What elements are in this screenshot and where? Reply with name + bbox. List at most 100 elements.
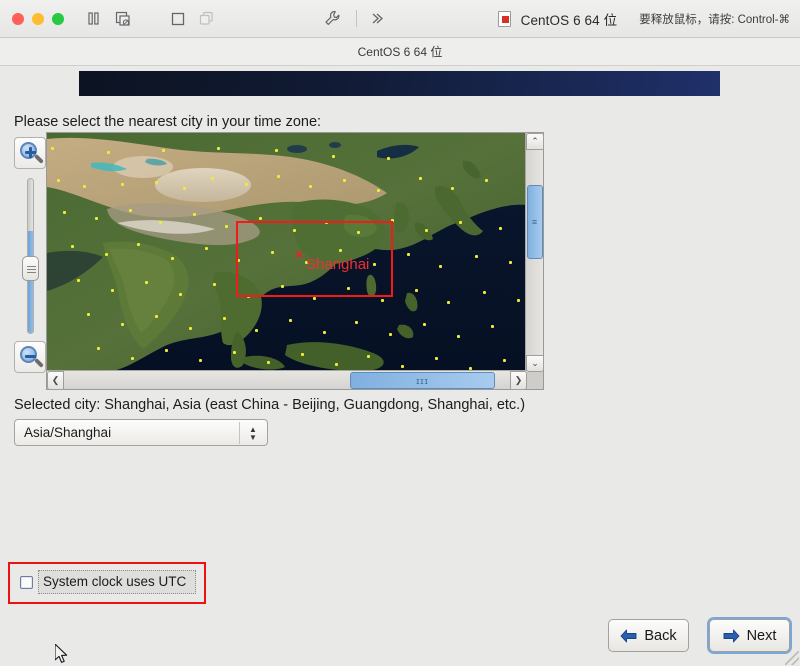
- map-city-dot[interactable]: [475, 255, 478, 258]
- map-city-dot[interactable]: [159, 221, 162, 224]
- map-city-dot[interactable]: [213, 283, 216, 286]
- map-horizontal-scrollbar[interactable]: ❮ ɪɪɪ ❯: [47, 370, 527, 390]
- map-city-dot[interactable]: [111, 289, 114, 292]
- utc-label-focus-ring[interactable]: System clock uses UTC: [38, 570, 196, 594]
- window-resize-grip[interactable]: [785, 651, 799, 665]
- back-button[interactable]: Back: [608, 619, 689, 652]
- map-city-dot[interactable]: [459, 221, 462, 224]
- map-city-dot[interactable]: [211, 177, 214, 180]
- map-city-dot[interactable]: [255, 329, 258, 332]
- map-city-dot[interactable]: [415, 289, 418, 292]
- map-city-dot[interactable]: [289, 319, 292, 322]
- map-city-dot[interactable]: [105, 253, 108, 256]
- map-city-dot[interactable]: [87, 313, 90, 316]
- map-city-dot[interactable]: [485, 179, 488, 182]
- settings-wrench-icon[interactable]: [324, 10, 341, 27]
- map-scroll-right-button[interactable]: ❯: [510, 371, 527, 390]
- next-button[interactable]: Next: [709, 619, 790, 652]
- map-city-dot[interactable]: [217, 147, 220, 150]
- map-city-dot[interactable]: [225, 225, 228, 228]
- map-city-dot[interactable]: [131, 357, 134, 360]
- map-city-dot[interactable]: [121, 323, 124, 326]
- timezone-select[interactable]: Asia/Shanghai ▲ ▼: [14, 419, 268, 446]
- map-city-dot[interactable]: [129, 209, 132, 212]
- map-city-dot[interactable]: [309, 185, 312, 188]
- map-city-dot[interactable]: [377, 189, 380, 192]
- map-city-dot[interactable]: [313, 297, 316, 300]
- map-city-dot[interactable]: [223, 317, 226, 320]
- chevrons-right-icon[interactable]: [370, 11, 385, 26]
- map-city-dot[interactable]: [245, 183, 248, 186]
- map-city-dot[interactable]: [83, 185, 86, 188]
- chevron-updown-icon[interactable]: ▲ ▼: [246, 424, 260, 443]
- map-city-dot[interactable]: [457, 335, 460, 338]
- map-scroll-down-button[interactable]: ⌄: [526, 355, 544, 372]
- map-city-dot[interactable]: [499, 227, 502, 230]
- map-city-dot[interactable]: [332, 155, 335, 158]
- maximize-button[interactable]: [52, 12, 64, 25]
- map-city-dot[interactable]: [95, 217, 98, 220]
- map-city-dot[interactable]: [451, 187, 454, 190]
- snapshot-icon[interactable]: [115, 11, 131, 27]
- map-city-dot[interactable]: [387, 157, 390, 160]
- map-city-dot[interactable]: [367, 355, 370, 358]
- map-city-dot[interactable]: [137, 243, 140, 246]
- map-city-dot[interactable]: [275, 149, 278, 152]
- map-city-dot[interactable]: [301, 353, 304, 356]
- map-scroll-up-button[interactable]: ⌃: [526, 133, 544, 150]
- map-horizontal-scroll-thumb[interactable]: ɪɪɪ: [350, 372, 495, 389]
- map-city-dot[interactable]: [381, 299, 384, 302]
- map-city-dot[interactable]: [179, 293, 182, 296]
- map-city-dot[interactable]: [407, 253, 410, 256]
- zoom-out-button[interactable]: [14, 341, 46, 373]
- map-city-dot[interactable]: [419, 177, 422, 180]
- map-city-dot[interactable]: [439, 265, 442, 268]
- utc-checkbox[interactable]: [20, 576, 33, 589]
- map-city-dot[interactable]: [401, 365, 404, 368]
- map-city-dot[interactable]: [155, 315, 158, 318]
- map-city-dot[interactable]: [435, 357, 438, 360]
- map-city-dot[interactable]: [189, 327, 192, 330]
- map-city-dot[interactable]: [233, 351, 236, 354]
- pause-icon[interactable]: [86, 11, 101, 26]
- map-city-dot[interactable]: [423, 323, 426, 326]
- map-city-dot[interactable]: [183, 187, 186, 190]
- minimize-button[interactable]: [32, 12, 44, 25]
- map-city-dot[interactable]: [107, 151, 110, 154]
- map-city-dot[interactable]: [57, 179, 60, 182]
- map-city-dot[interactable]: [277, 175, 280, 178]
- map-city-dot[interactable]: [425, 229, 428, 232]
- map-city-dot[interactable]: [193, 213, 196, 216]
- map-city-dot[interactable]: [483, 291, 486, 294]
- map-city-dot[interactable]: [503, 359, 506, 362]
- map-viewport[interactable]: × Shanghai: [47, 133, 527, 372]
- map-city-dot[interactable]: [509, 261, 512, 264]
- map-city-dot[interactable]: [97, 347, 100, 350]
- map-city-dot[interactable]: [517, 299, 520, 302]
- map-city-dot[interactable]: [165, 349, 168, 352]
- map-vertical-scroll-thumb[interactable]: ≡: [527, 185, 543, 259]
- map-city-dot[interactable]: [162, 149, 165, 152]
- map-zoom-slider-thumb[interactable]: [22, 256, 39, 281]
- unity-view-icon[interactable]: [199, 11, 214, 26]
- map-city-dot[interactable]: [259, 217, 262, 220]
- map-city-dot[interactable]: [335, 363, 338, 366]
- map-city-dot[interactable]: [389, 333, 392, 336]
- map-city-dot[interactable]: [77, 279, 80, 282]
- map-city-dot[interactable]: [447, 301, 450, 304]
- map-city-dot[interactable]: [71, 245, 74, 248]
- map-vertical-scrollbar[interactable]: ⌃ ≡ ⌄: [525, 133, 544, 372]
- map-scroll-left-button[interactable]: ❮: [47, 371, 64, 390]
- map-city-dot[interactable]: [267, 361, 270, 364]
- zoom-in-button[interactable]: [14, 137, 46, 169]
- map-city-dot[interactable]: [491, 325, 494, 328]
- map-city-dot[interactable]: [355, 321, 358, 324]
- map-city-dot[interactable]: [205, 247, 208, 250]
- map-city-dot[interactable]: [121, 183, 124, 186]
- map-city-dot[interactable]: [51, 147, 54, 150]
- map-city-dot[interactable]: [323, 331, 326, 334]
- map-city-dot[interactable]: [63, 211, 66, 214]
- map-city-dot[interactable]: [343, 179, 346, 182]
- map-city-dot[interactable]: [171, 257, 174, 260]
- map-city-dot[interactable]: [199, 359, 202, 362]
